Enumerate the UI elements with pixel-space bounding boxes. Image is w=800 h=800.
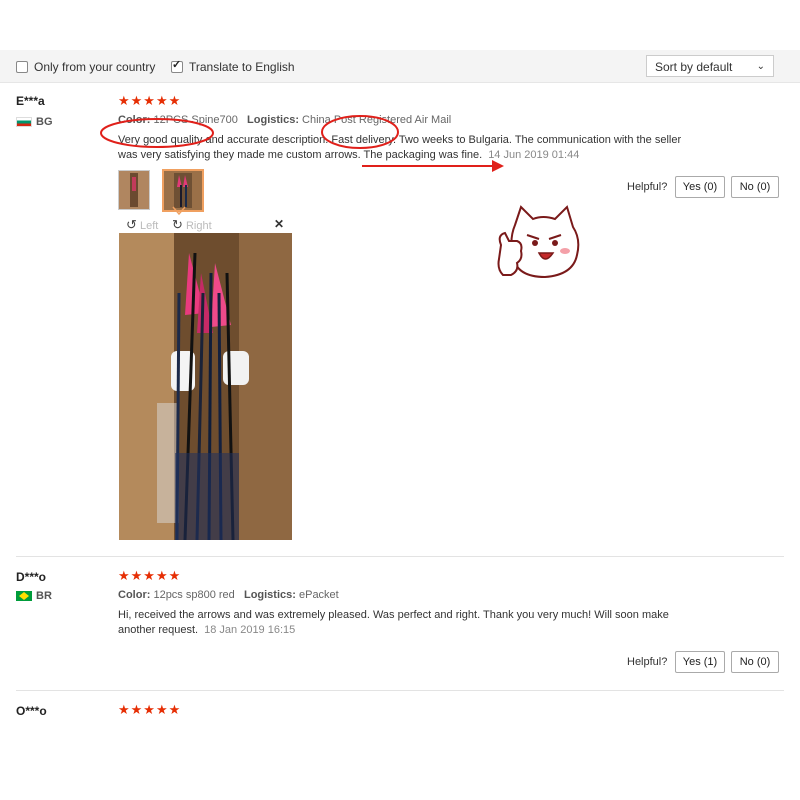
star-rating: ★★★★★ [118, 702, 182, 717]
review-separator [16, 556, 784, 557]
rotate-left-label: Left [139, 220, 159, 232]
only-country-checkbox[interactable]: Only from your country [16, 60, 155, 74]
helpful-no-button[interactable]: No (0) [731, 176, 779, 198]
reviewer-name: O***o [16, 704, 47, 718]
helpful-label: Helpful? [627, 656, 668, 668]
rotate-right-label: Right [185, 220, 212, 232]
translate-label: Translate to English [189, 60, 295, 74]
sort-select[interactable]: Sort by default ⌄ [646, 55, 774, 77]
close-icon[interactable]: ✕ [274, 217, 284, 231]
helpful-yes-button[interactable]: Yes (1) [675, 651, 725, 673]
review-date: 18 Jan 2019 16:15 [204, 624, 296, 636]
translate-checkbox[interactable]: Translate to English [171, 58, 295, 74]
helpful-yes-button[interactable]: Yes (0) [675, 176, 725, 198]
red-annotations [100, 115, 504, 172]
star-rating: ★★★★★ [118, 568, 182, 583]
review-text-line: another request. [118, 624, 199, 636]
rotate-right-icon: ↻ [172, 217, 183, 232]
flag-bulgaria-icon [16, 117, 32, 127]
cat-thumbs-up-sticker [497, 205, 580, 279]
review-text: Hi, received the arrows and was extremel… [118, 608, 738, 638]
country-code: BR [36, 590, 52, 602]
chevron-down-icon: ⌄ [756, 61, 765, 72]
sort-value: Sort by default [655, 60, 733, 74]
country-code: BG [36, 116, 53, 128]
logistics-value: ePacket [298, 589, 339, 601]
review-meta: Color: 12pcs sp800 red Logistics: ePacke… [118, 589, 339, 601]
color-label: Color: [118, 589, 151, 601]
reviewer-name: D***o [16, 570, 47, 584]
reviewer-country: BR [16, 590, 52, 602]
logistics-label: Logistics: [243, 589, 296, 601]
thumbnail-pointer-icon [172, 206, 186, 216]
reviewer-name: E***a [16, 94, 45, 108]
flag-brazil-icon [16, 591, 32, 601]
review-separator [16, 690, 784, 691]
review-text-line: Hi, received the arrows and was extremel… [118, 609, 669, 621]
checkbox-box[interactable] [16, 61, 28, 73]
helpful-label: Helpful? [627, 181, 668, 193]
helpful-no-button[interactable]: No (0) [731, 651, 779, 673]
color-value: 12pcs sp800 red [153, 589, 235, 601]
only-country-label: Only from your country [34, 60, 156, 74]
rotate-left-button[interactable]: ↺ Left [126, 217, 158, 233]
photo-toolbar: ↺ Left ↻ Right ✕ [118, 216, 292, 232]
rotate-left-icon: ↺ [126, 217, 137, 232]
checkbox-box-checked[interactable] [171, 58, 183, 73]
reviewer-country: BG [16, 116, 53, 128]
rotate-right-button[interactable]: ↻ Right [172, 217, 212, 233]
arrows-in-box-image [119, 233, 292, 540]
review-photo [119, 233, 292, 540]
